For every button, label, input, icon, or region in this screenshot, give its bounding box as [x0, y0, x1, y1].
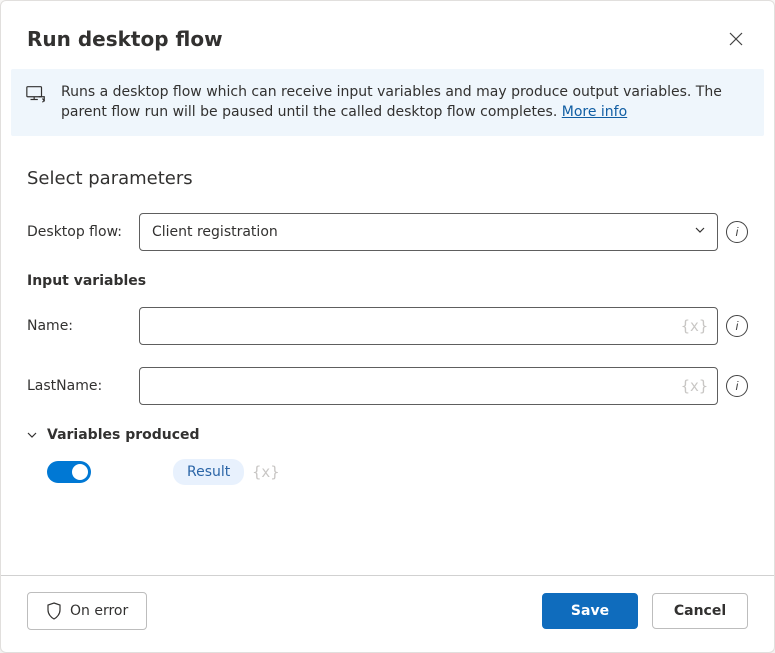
lastname-input[interactable]	[139, 367, 718, 405]
dialog-footer: On error Save Cancel	[1, 575, 774, 652]
desktop-flow-row: Desktop flow: Client registration i	[27, 213, 748, 251]
close-icon	[728, 31, 744, 47]
result-chip-wrap: Result {x}	[173, 459, 279, 485]
more-info-link[interactable]: More info	[562, 104, 627, 120]
info-banner: Runs a desktop flow which can receive in…	[11, 69, 764, 136]
cancel-button[interactable]: Cancel	[652, 593, 748, 629]
name-row: Name: {x} i	[27, 307, 748, 345]
name-info-button[interactable]: i	[726, 315, 748, 337]
name-label: Name:	[27, 318, 131, 334]
desktop-flow-select[interactable]: Client registration	[139, 213, 718, 251]
input-variables-heading: Input variables	[27, 273, 748, 289]
run-desktop-flow-dialog: Run desktop flow Runs a desktop flow whi…	[0, 0, 775, 653]
lastname-label: LastName:	[27, 378, 131, 394]
chevron-down-icon	[25, 428, 39, 442]
desktop-flow-info-button[interactable]: i	[726, 221, 748, 243]
desktop-flow-icon	[25, 82, 47, 123]
variables-produced-heading: Variables produced	[47, 427, 200, 443]
info-icon: i	[736, 225, 739, 239]
desktop-flow-label: Desktop flow:	[27, 224, 131, 240]
info-banner-text: Runs a desktop flow which can receive in…	[61, 82, 748, 123]
select-parameters-heading: Select parameters	[27, 168, 748, 189]
variables-produced-toggle-header[interactable]: Variables produced	[25, 427, 200, 443]
result-toggle[interactable]	[47, 461, 91, 483]
chevron-down-icon	[693, 223, 707, 241]
shield-icon	[46, 602, 62, 620]
lastname-info-button[interactable]: i	[726, 375, 748, 397]
lastname-row: LastName: {x} i	[27, 367, 748, 405]
result-chip: Result	[173, 459, 244, 485]
dialog-title: Run desktop flow	[27, 27, 223, 51]
save-button[interactable]: Save	[542, 593, 638, 629]
dialog-header: Run desktop flow	[1, 1, 774, 69]
variable-token-icon: {x}	[252, 463, 279, 481]
name-input[interactable]	[139, 307, 718, 345]
info-icon: i	[736, 379, 739, 393]
dialog-body: Select parameters Desktop flow: Client r…	[1, 136, 774, 575]
info-icon: i	[736, 319, 739, 333]
desktop-flow-selected-value: Client registration	[152, 224, 278, 240]
on-error-button[interactable]: On error	[27, 592, 147, 630]
close-button[interactable]	[724, 27, 748, 51]
on-error-label: On error	[70, 603, 128, 619]
variables-produced-row: Result {x}	[47, 459, 748, 485]
